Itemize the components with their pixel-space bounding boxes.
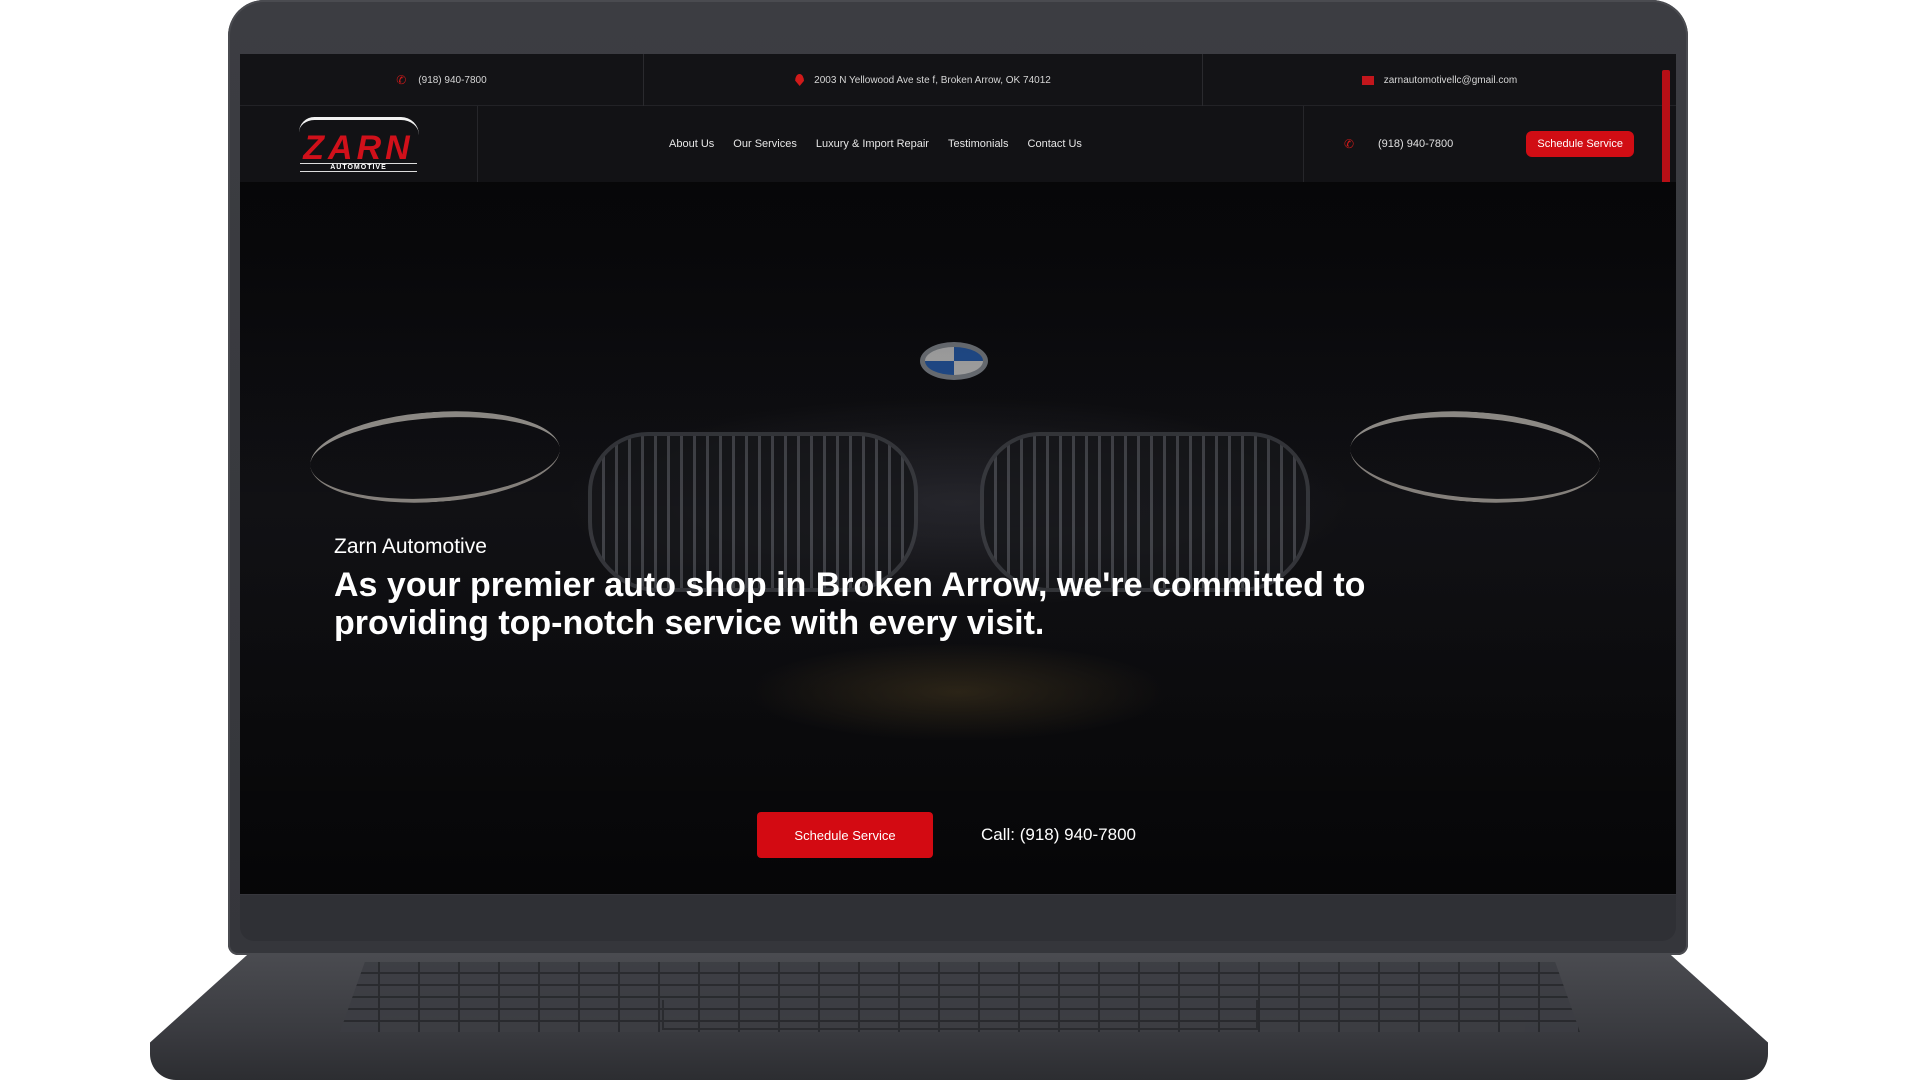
nav-testimonials[interactable]: Testimonials <box>948 138 1009 150</box>
nav-links: About Us Our Services Luxury & Import Re… <box>478 138 1303 150</box>
hero-section: Zarn Automotive As your premier auto sho… <box>240 182 1676 894</box>
phone-icon: ✆ <box>396 73 407 87</box>
laptop-trackpad <box>662 1000 1258 1030</box>
phone-icon: ✆ <box>1344 137 1355 151</box>
hero-actions: Schedule Service Call: (918) 940-7800 <box>757 812 1136 858</box>
hero-schedule-service-button[interactable]: Schedule Service <box>757 812 933 858</box>
logo-subtext: AUTOMOTIVE <box>300 162 417 172</box>
topbar-address-text: 2003 N Yellowood Ave ste f, Broken Arrow… <box>814 74 1051 86</box>
topbar-phone-text: (918) 940-7800 <box>418 74 487 86</box>
topbar-email-text: zarnautomotivellc@gmail.com <box>1383 74 1518 86</box>
nav-schedule-service-button[interactable]: Schedule Service <box>1526 131 1634 157</box>
topbar-address[interactable]: 2003 N Yellowood Ave ste f, Broken Arrow… <box>644 54 1203 106</box>
hero-headline: As your premier auto shop in Broken Arro… <box>334 566 1366 642</box>
nav-contact-us[interactable]: Contact Us <box>1028 138 1082 150</box>
website-screen: ✆ (918) 940-7800 2003 N Yellowood Ave st… <box>240 54 1676 894</box>
nav-phone-link[interactable]: ✆ (918) 940-7800 <box>1344 138 1453 150</box>
hero-call-link[interactable]: Call: (918) 940-7800 <box>981 825 1136 845</box>
brand-logo[interactable]: ZARN AUTOMOTIVE <box>240 106 478 182</box>
main-navbar: ZARN AUTOMOTIVE About Us Our Services Lu… <box>240 106 1676 182</box>
topbar-email[interactable]: zarnautomotivellc@gmail.com <box>1203 54 1676 106</box>
top-info-bar: ✆ (918) 940-7800 2003 N Yellowood Ave st… <box>240 54 1676 106</box>
nav-phone-text: (918) 940-7800 <box>1378 138 1454 150</box>
nav-about-us[interactable]: About Us <box>669 138 714 150</box>
hero-kicker: Zarn Automotive <box>334 535 487 558</box>
nav-right: ✆ (918) 940-7800 Schedule Service <box>1303 106 1676 182</box>
nav-luxury-import-repair[interactable]: Luxury & Import Repair <box>816 138 929 150</box>
laptop-bezel-chin <box>240 895 1676 941</box>
map-pin-icon <box>795 74 805 86</box>
nav-our-services[interactable]: Our Services <box>733 138 797 150</box>
topbar-phone[interactable]: ✆ (918) 940-7800 <box>240 54 644 106</box>
logo-wordmark: ZARN <box>303 128 414 167</box>
mail-icon <box>1361 75 1374 85</box>
